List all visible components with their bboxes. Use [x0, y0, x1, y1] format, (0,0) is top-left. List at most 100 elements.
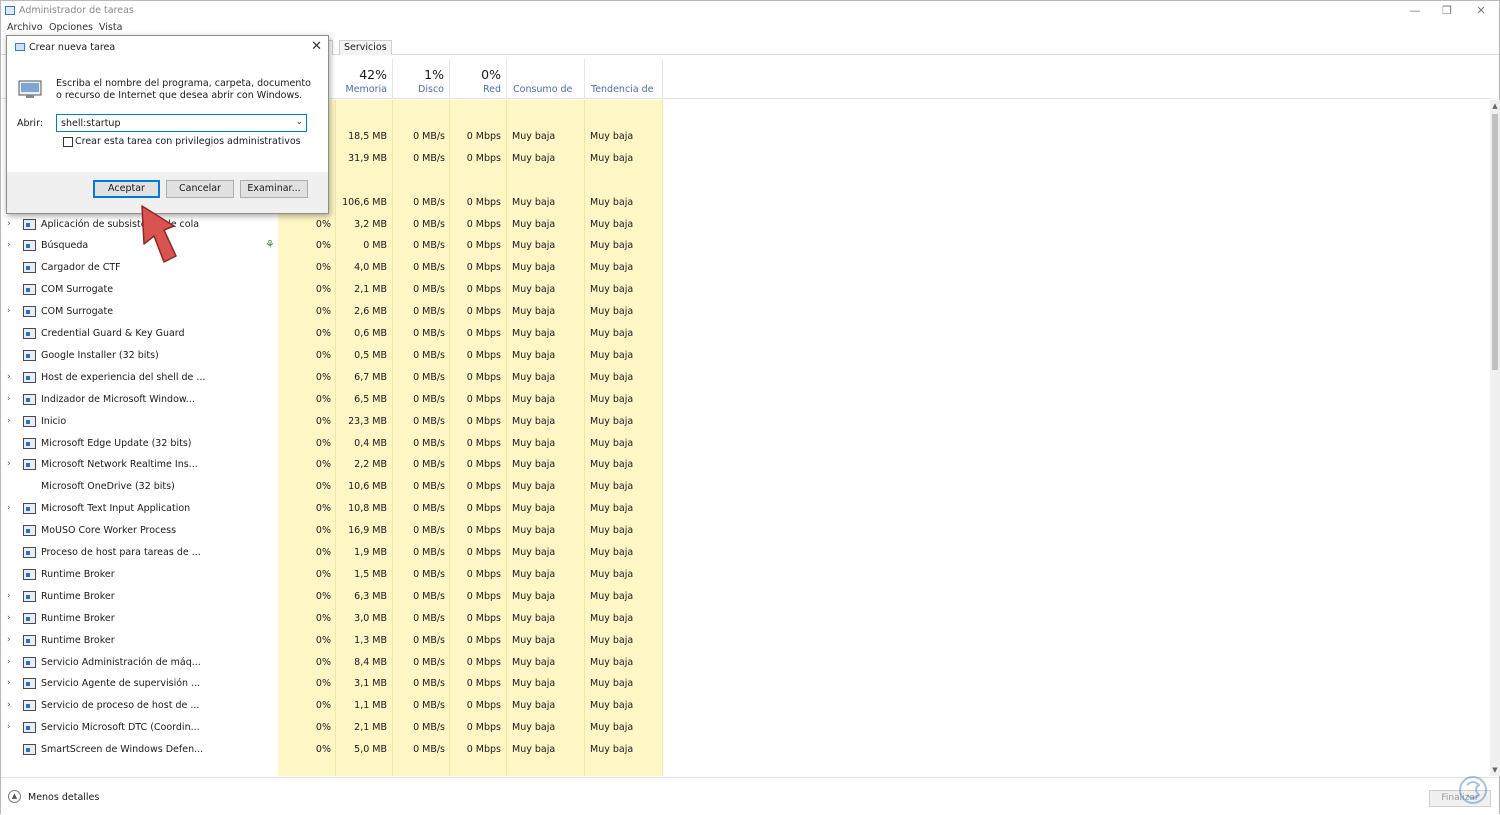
cell-cons: Muy baja	[512, 218, 556, 230]
table-row[interactable]: Cargador de CTF 0% 4,0 MB 0 MB/s 0 Mbps Muy b…	[1, 257, 1489, 279]
process-name: Runtime Broker	[41, 612, 115, 624]
menu-archivo[interactable]: Archivo	[7, 22, 43, 33]
cell-disk: 0 MB/s	[413, 481, 445, 493]
cell-net: 0 Mbps	[466, 415, 501, 427]
table-row[interactable]: › Servicio Agente de supervisión ... 0% 3,1…	[1, 673, 1489, 695]
chevron-right-icon[interactable]: ›	[7, 635, 11, 645]
process-name: Credential Guard & Key Guard	[41, 328, 185, 339]
accept-button[interactable]: Aceptar	[93, 180, 160, 198]
table-row[interactable]: Microsoft OneDrive (32 bits) 0% 10,6 MB 0 M…	[1, 476, 1489, 498]
table-row[interactable]: › Microsoft Text Input Application 0% 10,8 …	[1, 498, 1489, 520]
tab-servicios[interactable]: Servicios	[339, 40, 392, 55]
chevron-right-icon[interactable]: ›	[7, 459, 11, 469]
cell-tend: Muy baja	[590, 196, 634, 208]
vertical-scrollbar[interactable]: ▲ ▼	[1490, 100, 1500, 776]
chevron-right-icon[interactable]: ›	[7, 591, 11, 601]
dialog-title: Crear nueva tarea	[29, 42, 116, 53]
close-window-button[interactable]: ✕	[1467, 3, 1495, 19]
table-row[interactable]: › Runtime Broker 0% 6,3 MB 0 MB/s 0 Mbps Muy b…	[1, 586, 1489, 608]
table-row[interactable]: › Servicio Administración de máq... 0% 8,4 …	[1, 652, 1489, 674]
cell-mem: 6,5 MB	[354, 393, 387, 405]
process-icon	[23, 700, 36, 712]
chevron-right-icon[interactable]: ›	[7, 416, 11, 426]
browse-button[interactable]: Examinar...	[240, 180, 308, 198]
table-row[interactable]: Google Installer (32 bits) 0% 0,5 MB 0 MB/s…	[1, 345, 1489, 367]
cell-cons: Muy baja	[512, 262, 556, 274]
scroll-thumb[interactable]	[1492, 114, 1498, 370]
chevron-right-icon[interactable]: ›	[7, 219, 11, 229]
column-memoria[interactable]: 42% Memoria	[336, 59, 393, 99]
less-details-link[interactable]: Menos detalles	[28, 792, 99, 803]
cell-net: 0 Mbps	[466, 568, 501, 580]
column-consumo[interactable]: Consumo de ...	[507, 59, 585, 106]
process-icon	[23, 547, 36, 558]
chevron-right-icon[interactable]: ›	[7, 700, 11, 710]
table-row[interactable]: SmartScreen de Windows Defen... 0% 5,0 MB 0…	[1, 739, 1489, 761]
cell-disk: 0 MB/s	[413, 196, 445, 208]
table-row[interactable]: › Runtime Broker 0% 1,3 MB 0 MB/s 0 Mbps Muy b…	[1, 630, 1489, 652]
table-row[interactable]: Microsoft Edge Update (32 bits) 0% 0,4 MB 0…	[1, 433, 1489, 455]
table-row[interactable]: Credential Guard & Key Guard 0% 0,6 MB 0 MB…	[1, 323, 1489, 345]
cancel-button[interactable]: Cancelar	[166, 180, 234, 198]
cell-cpu: 0%	[315, 262, 331, 274]
chevron-right-icon[interactable]: ›	[7, 503, 11, 513]
cell-cpu: 0%	[315, 722, 331, 734]
admin-privileges-label[interactable]: Crear esta tarea con privilegios adminis…	[75, 136, 301, 147]
chevron-right-icon[interactable]: ›	[7, 306, 11, 316]
table-row[interactable]: › COM Surrogate 0% 2,6 MB 0 MB/s 0 Mbps Muy ba…	[1, 301, 1489, 323]
run-program-icon	[18, 80, 42, 98]
chevron-right-icon[interactable]: ›	[7, 240, 11, 250]
dialog-close-icon[interactable]: ✕	[311, 39, 322, 54]
chevron-right-icon[interactable]: ›	[7, 394, 11, 404]
chevron-right-icon[interactable]: ›	[7, 678, 11, 688]
menu-opciones[interactable]: Opciones	[49, 22, 93, 33]
chevron-right-icon[interactable]: ›	[7, 613, 11, 623]
column-tendencia[interactable]: Tendencia de ...	[585, 59, 663, 106]
table-row[interactable]: › Microsoft Network Realtime Ins... 0% 2,2 …	[1, 454, 1489, 476]
cell-tend: Muy baja	[590, 525, 634, 537]
cell-disk: 0 MB/s	[413, 371, 445, 383]
cell-net: 0 Mbps	[466, 634, 501, 646]
table-row[interactable]: › Búsqueda ⚘ 0% 0 MB 0 MB/s 0 Mbps Muy baja Muy …	[1, 235, 1489, 257]
table-row[interactable]: › Host de experiencia del shell de ... 0% 6…	[1, 367, 1489, 389]
cell-disk: 0 MB/s	[413, 678, 445, 690]
column-disco[interactable]: 1% Disco	[393, 59, 450, 99]
cell-tend: Muy baja	[590, 590, 634, 602]
chevron-right-icon[interactable]: ›	[7, 372, 11, 382]
process-icon	[23, 218, 36, 230]
table-row[interactable]: › Servicio Microsoft DTC (Coordin... 0% 2,1…	[1, 717, 1489, 739]
cell-disk: 0 MB/s	[413, 437, 445, 449]
process-name: Servicio Microsoft DTC (Coordin...	[41, 722, 200, 734]
chevron-right-icon[interactable]: ›	[7, 722, 11, 732]
table-row[interactable]: › Servicio de proceso de host de ... 0% 1,1…	[1, 695, 1489, 717]
dialog-body: Escriba el nombre del programa, carpeta,…	[7, 58, 328, 172]
table-row[interactable]: Proceso de host para tareas de ... 0% 1,9 …	[1, 542, 1489, 564]
table-row[interactable]: COM Surrogate 0% 2,1 MB 0 MB/s 0 Mbps Muy baj…	[1, 279, 1489, 301]
process-name: Microsoft Network Realtime Ins...	[41, 459, 198, 471]
chevron-up-icon[interactable]: ▲	[8, 790, 21, 803]
process-name: Indizador de Microsoft Window...	[41, 393, 195, 405]
table-row[interactable]: › Runtime Broker 0% 3,0 MB 0 MB/s 0 Mbps Muy b…	[1, 608, 1489, 630]
chevron-right-icon[interactable]: ›	[7, 657, 11, 667]
menu-bar: Archivo Opciones Vista	[1, 21, 1499, 35]
cell-mem: 4,0 MB	[354, 262, 387, 274]
chevron-down-icon[interactable]: ⌄	[295, 117, 303, 127]
table-row[interactable]: Runtime Broker 0% 1,5 MB 0 MB/s 0 Mbps Muy ba…	[1, 564, 1489, 586]
table-row[interactable]: MoUSO Core Worker Process 0% 16,9 MB 0 MB/s…	[1, 520, 1489, 542]
column-red[interactable]: 0% Red	[450, 59, 507, 99]
table-row[interactable]: › Indizador de Microsoft Window... 0% 6,5 M…	[1, 389, 1489, 411]
table-row[interactable]: › Inicio 0% 23,3 MB 0 MB/s 0 Mbps Muy baja Muy …	[1, 411, 1489, 433]
restore-button[interactable]: ❐	[1433, 3, 1461, 19]
scroll-up-arrow-icon[interactable]: ▲	[1490, 100, 1500, 112]
minimize-button[interactable]: —	[1401, 3, 1429, 19]
cell-tend: Muy baja	[590, 415, 634, 427]
process-icon	[23, 744, 36, 756]
open-input-value[interactable]: shell:startup	[61, 118, 120, 129]
table-row[interactable]: › Aplicación de subsistema de cola 0% 3,2 M…	[1, 214, 1489, 236]
cell-cons: Muy baja	[512, 130, 556, 142]
cell-disk: 0 MB/s	[413, 700, 445, 712]
menu-vista[interactable]: Vista	[99, 22, 122, 33]
admin-privileges-checkbox[interactable]	[63, 137, 73, 147]
open-combobox[interactable]: shell:startup ⌄	[56, 114, 307, 132]
process-icon	[23, 503, 36, 515]
